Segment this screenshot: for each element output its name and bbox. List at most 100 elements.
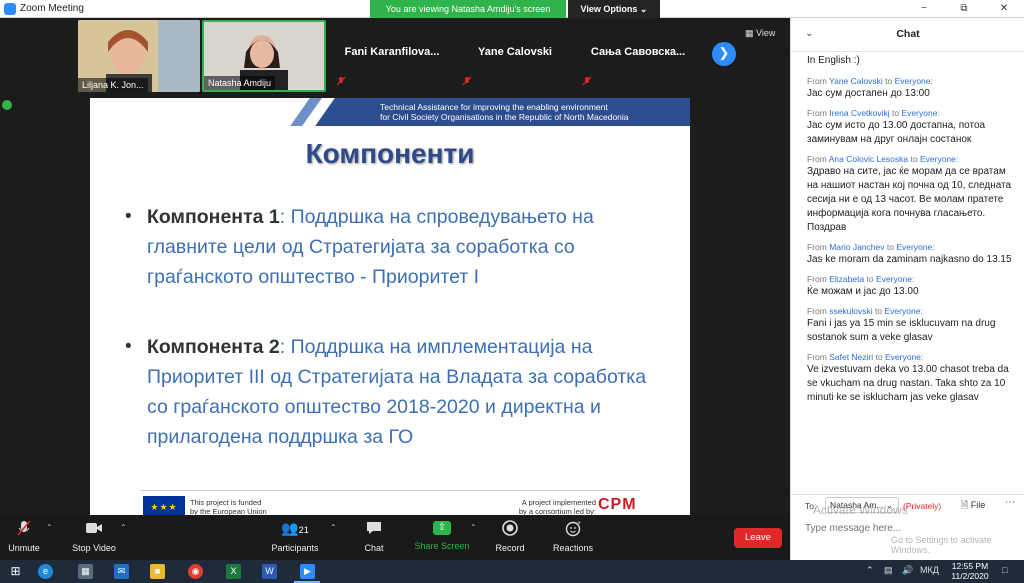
title-bar: Zoom Meeting You are viewing Natasha Amd… — [0, 0, 1024, 18]
slide-header-line: Technical Assistance for improving the e… — [380, 102, 608, 112]
participants-button[interactable]: 👥21 Participants — [268, 519, 322, 553]
chat-message-text: Здраво на сите, јас ќе морам да се врата… — [807, 166, 1012, 233]
chat-title: Chat — [896, 28, 920, 40]
chat-messages[interactable]: In English :) From Yane Calovski to Ever… — [807, 54, 1019, 494]
implementer-line: A project implemented — [521, 498, 596, 507]
participant-name: Natasha Amdiju — [204, 76, 276, 90]
view-button-label: View — [756, 28, 776, 38]
reactions-button[interactable]: + Reactions — [548, 519, 598, 553]
share-screen-icon: ⇧ — [433, 521, 451, 535]
zoom-window: Zoom Meeting You are viewing Natasha Amd… — [0, 0, 1024, 583]
chat-message: From Ana Colovic Lesoska to Everyone: Здр… — [807, 154, 1019, 235]
file-button[interactable]: 🗎 File — [961, 498, 985, 514]
muted-microphone-icon — [17, 520, 31, 536]
chat-message-sender-line: From Yane Calovski to Everyone: — [807, 76, 933, 86]
bullet-dot: • — [125, 336, 132, 357]
chat-button[interactable]: Chat — [356, 519, 392, 553]
chat-to-word: to — [892, 108, 900, 118]
muted-icon — [336, 76, 346, 86]
participant-name: Liljana K. Jon... — [78, 78, 148, 92]
slide-bullet: • Компонента 2: Поддршка на имплементаци… — [125, 332, 665, 452]
chat-message-text: Ќе можам и јас до 13.00 — [807, 286, 919, 297]
meeting-toolbar: Unmute ⌃ Stop Video ⌃ 👥21 Participants ⌃… — [0, 515, 790, 560]
next-page-arrow-icon[interactable]: ❯ — [712, 42, 736, 66]
close-button[interactable]: ✕ — [984, 0, 1024, 18]
windows-taskbar: ⊞ e ▦ ✉ ■ ◉ X W ▶ ⌃ ▤ 🔊 МКД 12:55 PM 11/… — [0, 560, 1024, 583]
slide-title: Компоненти — [305, 138, 475, 169]
excel-icon[interactable]: X — [226, 564, 241, 579]
chat-recipient-name: Everyone — [884, 352, 921, 362]
chat-message-text: In English :) — [807, 55, 860, 66]
chat-message-sender-line: From Mario Janchev to Everyone: — [807, 242, 935, 252]
audio-options-caret-icon[interactable]: ⌃ — [46, 523, 53, 532]
participant-thumbnail[interactable]: Сања Савовска... — [576, 20, 700, 92]
participant-name: Сања Савовска... — [590, 46, 686, 58]
chat-to-word: to — [875, 352, 883, 362]
chat-sender-name: Irena Cvetkovikj — [829, 108, 890, 118]
chat-to-word: to — [875, 306, 883, 316]
chat-message-sender-line: From Safet Neziri to Everyone: — [807, 352, 924, 362]
record-label: Record — [495, 543, 525, 553]
participant-thumbnail[interactable]: Liljana K. Jon... — [78, 20, 200, 92]
chat-sender-name: ssekulovski — [829, 306, 873, 316]
notifications-icon[interactable]: □ — [1002, 565, 1007, 575]
chat-message: From Mario Janchev to Everyone: Jas ke mo… — [807, 242, 1019, 267]
activate-windows-watermark-sub: Go to Settings to activate Windows. — [891, 535, 992, 555]
unmute-button[interactable]: Unmute — [4, 519, 44, 553]
chat-bubble-icon — [367, 522, 381, 534]
chat-sender-name: Mario Janchev — [829, 242, 885, 252]
muted-icon — [582, 76, 592, 86]
chat-recipient-name: Everyone — [884, 306, 921, 316]
chrome-icon[interactable]: ◉ — [188, 564, 203, 579]
clock[interactable]: 12:55 PM 11/2/2020 — [950, 561, 990, 581]
view-button[interactable]: ▦ View — [745, 28, 775, 39]
chat-recipient-name: Everyone — [896, 242, 933, 252]
reactions-label: Reactions — [552, 543, 594, 553]
edge-browser-icon[interactable]: e — [38, 564, 53, 579]
more-options-icon[interactable]: ⋯ — [1005, 497, 1015, 508]
stop-video-label: Stop Video — [72, 543, 116, 553]
eu-funding-text: This project is funded by the European U… — [190, 498, 267, 516]
participant-thumbnail[interactable]: Yane Calovski — [456, 20, 574, 92]
chat-message-text: Јас сум исто до 13.00 достапна, потоа за… — [807, 120, 986, 145]
file-explorer-icon[interactable]: ■ — [150, 564, 165, 579]
chat-to-word: to — [866, 274, 874, 284]
record-button[interactable]: Record — [492, 519, 528, 553]
start-windows-icon[interactable]: ⊞ — [8, 564, 23, 579]
chat-header: ⌄ Chat — [791, 18, 1024, 52]
chat-sender-name: Yane Calovski — [829, 76, 883, 86]
chat-message-sender-line: From Irena Cvetkovikj to Everyone: — [807, 108, 940, 118]
video-options-caret-icon[interactable]: ⌃ — [120, 523, 127, 532]
participants-caret-icon[interactable]: ⌃ — [330, 523, 337, 532]
implementer-text: A project implemented by a consortium le… — [508, 498, 596, 516]
volume-icon[interactable]: 🔊 — [902, 565, 913, 576]
participant-thumbnail-active[interactable]: Natasha Amdiju — [202, 20, 326, 92]
share-options-caret-icon[interactable]: ⌃ — [470, 523, 477, 532]
svg-text:+: + — [577, 520, 581, 527]
share-screen-button[interactable]: ⇧ Share Screen — [412, 519, 472, 551]
leave-button[interactable]: Leave — [734, 528, 782, 548]
stop-video-button[interactable]: Stop Video — [66, 519, 122, 553]
bullet-lead: Компонента 2 — [147, 336, 280, 358]
chat-message-sender-line: From Ana Colovic Lesoska to Everyone: — [807, 154, 959, 164]
view-options-button[interactable]: View Options ⌄ — [568, 0, 660, 18]
tray-chevron-icon[interactable]: ⌃ — [866, 565, 874, 576]
viewing-screen-banner: You are viewing Natasha Amdiju's screen — [370, 0, 566, 18]
network-icon[interactable]: ▤ — [884, 565, 893, 576]
encryption-shield-icon[interactable] — [2, 100, 12, 110]
store-icon[interactable]: ▦ — [78, 564, 93, 579]
maximize-button[interactable]: ⧉ — [944, 0, 984, 18]
record-icon — [502, 520, 518, 536]
word-icon[interactable]: W — [262, 564, 277, 579]
file-label: File — [970, 500, 986, 510]
zoom-taskbar-icon[interactable]: ▶ — [300, 564, 315, 579]
activate-windows-watermark: Activate Windows — [813, 503, 908, 517]
chat-message: From Elizabeta to Everyone: Ќе можам и ја… — [807, 274, 1019, 299]
chat-recipient-name: Everyone — [919, 154, 956, 164]
minimize-button[interactable]: − — [904, 0, 944, 18]
mail-icon[interactable]: ✉ — [114, 564, 129, 579]
privately-label: (Privately) — [903, 501, 942, 511]
participant-thumbnail[interactable]: Fani Karanfilova... — [330, 20, 454, 92]
language-indicator[interactable]: МКД — [920, 565, 939, 575]
chat-message: From Irena Cvetkovikj to Everyone: Јас су… — [807, 108, 1019, 147]
